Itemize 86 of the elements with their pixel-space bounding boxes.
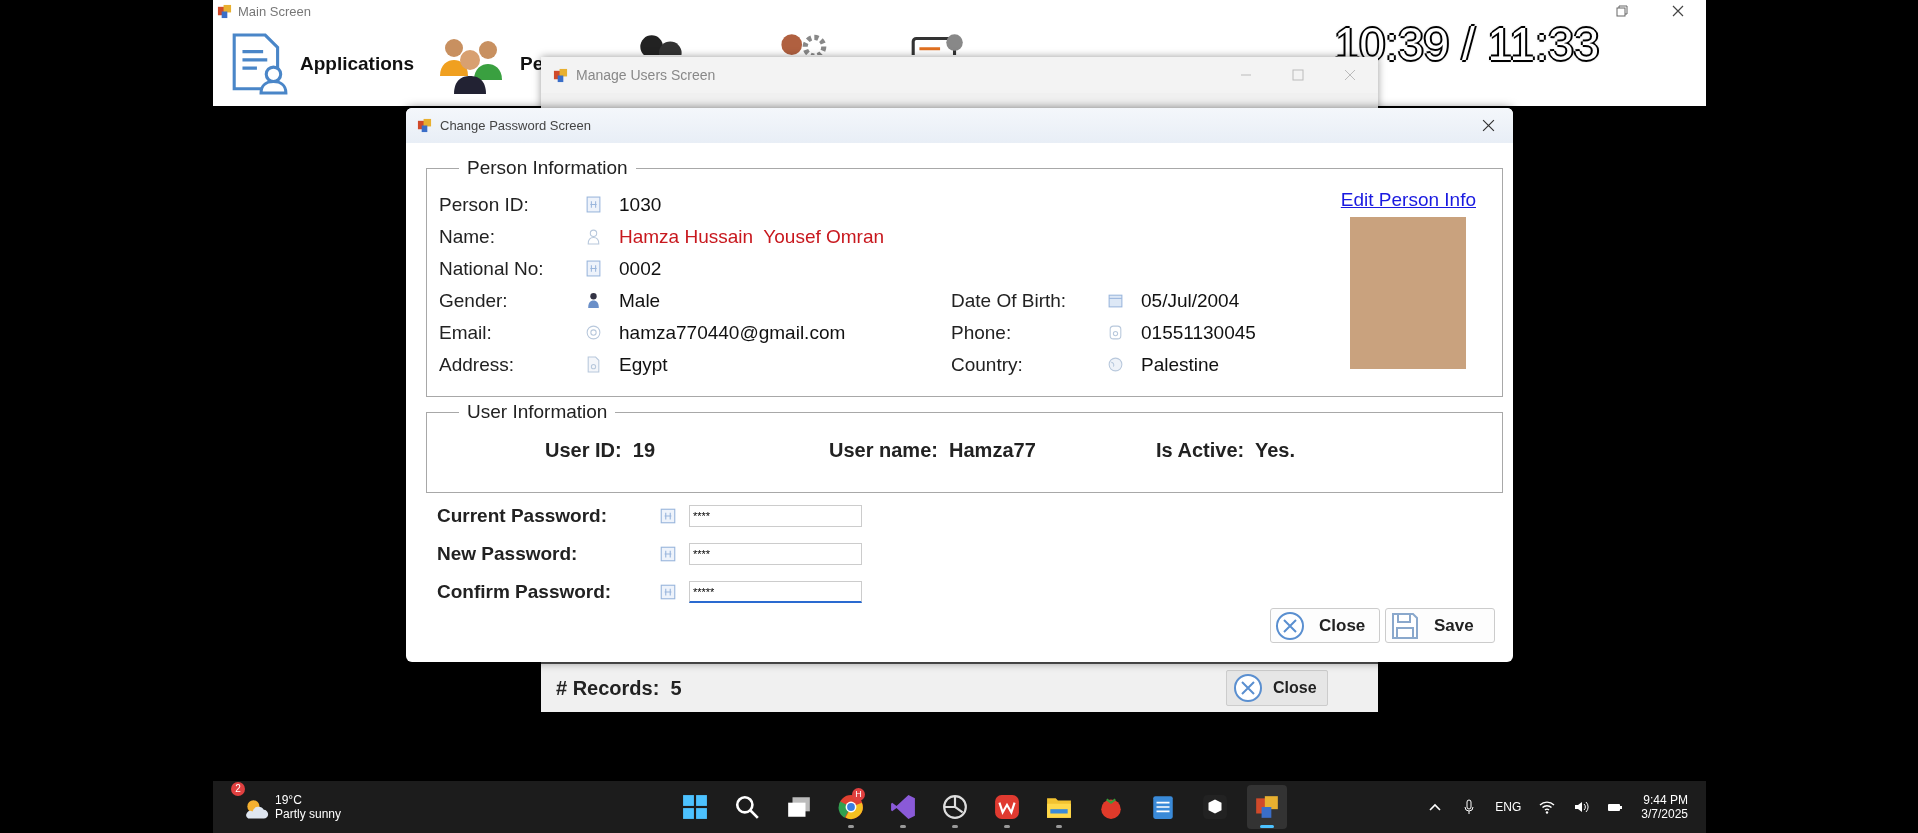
edit-person-link[interactable]: Edit Person Info	[1340, 189, 1476, 211]
close-button[interactable]: Close	[1226, 670, 1328, 706]
id-card-icon	[659, 507, 677, 525]
field-label: Date Of Birth:	[951, 290, 1068, 312]
running-indicator	[1056, 825, 1062, 828]
field-label: Email:	[439, 322, 493, 344]
id-card-icon	[585, 260, 602, 277]
field-label: Confirm Password:	[437, 581, 613, 603]
user-info-text: User ID: 19	[545, 439, 657, 462]
search-icon	[734, 794, 760, 820]
at-sign-icon	[585, 324, 602, 341]
field-value: 05/Jul/2004	[1141, 290, 1240, 312]
user-info-text: Is Active: Yes.	[1156, 439, 1295, 462]
running-indicator	[1260, 825, 1274, 828]
taskbar-app-button[interactable]	[1247, 785, 1287, 829]
clock-date[interactable]: 3/7/2025	[1641, 807, 1688, 821]
notification-badge: H	[852, 788, 865, 801]
document-user-icon[interactable]	[230, 33, 288, 95]
app-icon	[417, 118, 432, 133]
window-title: Manage Users Screen	[576, 67, 716, 83]
field-label: Country:	[951, 354, 1024, 376]
field-value: 0002	[619, 258, 662, 280]
running-indicator	[900, 825, 906, 828]
taskbar-app-button[interactable]: H	[831, 785, 871, 829]
running-indicator	[848, 825, 854, 828]
app-icon	[1254, 794, 1280, 820]
app-icon	[553, 67, 568, 83]
field-value: Hamza Hussain Yousef Omran	[619, 226, 885, 248]
calendar-icon	[1107, 292, 1124, 309]
group-title: User Information	[466, 401, 609, 423]
toolbar-label[interactable]: Applications	[300, 53, 414, 75]
password-field[interactable]: ****	[689, 543, 862, 565]
close-icon[interactable]	[1482, 119, 1495, 132]
password-field[interactable]: ****	[689, 505, 862, 527]
wifi-icon[interactable]	[1539, 799, 1556, 815]
phone-icon	[1107, 324, 1124, 341]
window-title: Change Password Screen	[440, 118, 592, 133]
field-label: Gender:	[439, 290, 509, 312]
cube-icon	[1202, 794, 1228, 820]
field-value: hamza770440@gmail.com	[619, 322, 846, 344]
weather-text: Partly sunny	[275, 807, 342, 821]
close-button[interactable]: Close	[1270, 608, 1380, 643]
window-title: Main Screen	[238, 3, 311, 19]
office-icon	[994, 794, 1020, 820]
field-label: Name:	[439, 226, 496, 248]
close-icon[interactable]	[1672, 5, 1684, 17]
id-card-icon	[659, 545, 677, 563]
field-value: Male	[619, 290, 661, 312]
group-title: Person Information	[466, 157, 629, 179]
notepad-icon	[1150, 794, 1176, 820]
field-label: New Password:	[437, 543, 579, 565]
person-icon	[585, 292, 602, 309]
field-label: Current Password:	[437, 505, 608, 527]
temperature-text: 19°C	[275, 793, 303, 807]
language-indicator[interactable]: ENG	[1495, 800, 1522, 814]
password-field[interactable]: *****	[689, 581, 862, 603]
id-card-icon	[585, 196, 602, 213]
windows-logo-icon	[682, 794, 708, 820]
field-label: National No:	[439, 258, 545, 280]
field-label: Person ID:	[439, 194, 530, 216]
field-value: Palestine	[1141, 354, 1220, 376]
globe-icon	[1107, 356, 1124, 373]
clock-time[interactable]: 9:44 PM	[1643, 793, 1688, 807]
field-label: Phone:	[951, 322, 1013, 344]
toolbar-label[interactable]: Pe	[520, 53, 544, 75]
running-indicator	[1004, 825, 1010, 828]
field-value: 01551130045	[1141, 322, 1256, 344]
id-card-icon	[659, 583, 677, 601]
field-label: Address:	[439, 354, 515, 376]
restore-icon[interactable]	[1616, 5, 1628, 17]
app-icon	[217, 3, 232, 19]
field-value: Egypt	[619, 354, 668, 376]
close-circle-icon	[1275, 610, 1305, 641]
notification-badge: 2	[231, 782, 245, 796]
save-button[interactable]: Save	[1385, 608, 1495, 643]
person-icon	[585, 228, 602, 245]
task-view-icon	[786, 794, 812, 820]
user-info-text: User name: Hamza77	[829, 439, 1037, 462]
document-icon	[585, 356, 602, 373]
ide-icon	[890, 794, 916, 820]
field-value: 1030	[619, 194, 662, 216]
close-circle-icon	[1233, 673, 1263, 703]
aperture-icon	[942, 794, 968, 820]
records-count: # Records: 5	[556, 676, 682, 700]
running-indicator	[952, 825, 958, 828]
speaker-icon[interactable]	[1573, 799, 1590, 815]
